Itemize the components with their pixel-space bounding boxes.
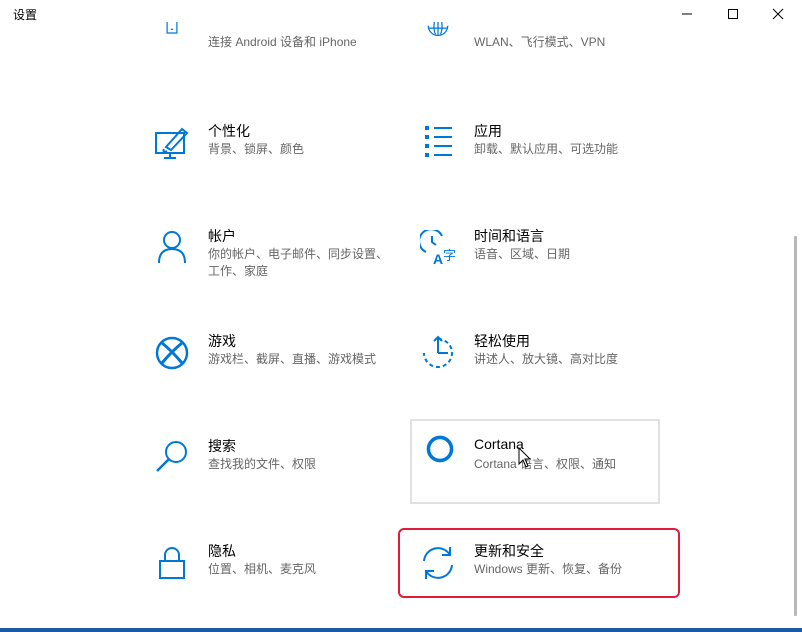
tile-title: Cortana bbox=[474, 436, 524, 452]
tile-title: 时间和语言 bbox=[474, 228, 544, 244]
tile-ease-of-access[interactable]: 轻松使用 讲述人、放大镜、高对比度 bbox=[410, 331, 660, 415]
tile-title: 游戏 bbox=[208, 333, 236, 349]
tile-description: 语音、区域、日期 bbox=[474, 247, 571, 261]
tile-title: 轻松使用 bbox=[474, 333, 530, 349]
app-list-icon bbox=[425, 126, 452, 157]
tile-title: 个性化 bbox=[208, 123, 250, 139]
tile-description: 连接 Android 设备和 iPhone bbox=[208, 35, 357, 49]
phone-icon bbox=[166, 22, 178, 34]
paint-monitor-icon bbox=[155, 127, 189, 159]
minimize-button[interactable] bbox=[664, 0, 710, 28]
highlight-box bbox=[398, 528, 680, 598]
tile-description: 卸载、默认应用、可选功能 bbox=[474, 142, 619, 156]
xbox-icon bbox=[155, 336, 189, 370]
tile-title: 应用 bbox=[474, 123, 502, 139]
minimize-icon bbox=[682, 13, 692, 15]
clock-language-icon: A 字 bbox=[420, 230, 456, 266]
tile-apps[interactable]: 应用 卸载、默认应用、可选功能 bbox=[410, 121, 660, 205]
tile-description: 讲述人、放大镜、高对比度 bbox=[474, 352, 619, 366]
maximize-icon bbox=[728, 9, 738, 19]
tile-accounts[interactable]: 帐户 你的帐户、电子邮件、同步设置、工作、家庭 bbox=[144, 226, 394, 310]
tile-privacy[interactable]: 隐私 位置、相机、麦克风 bbox=[144, 541, 394, 625]
mouse-cursor-icon bbox=[518, 447, 532, 468]
tile-description: 游戏栏、截屏、直播、游戏模式 bbox=[208, 352, 377, 366]
tile-description: 你的帐户、电子邮件、同步设置、工作、家庭 bbox=[208, 247, 389, 278]
tile-personalization[interactable]: 个性化 背景、锁屏、颜色 bbox=[144, 121, 394, 205]
cortana-circle-icon bbox=[426, 435, 454, 463]
close-button[interactable] bbox=[755, 0, 801, 28]
tile-phone[interactable]: 连接 Android 设备和 iPhone bbox=[144, 22, 394, 62]
close-icon bbox=[772, 8, 784, 20]
tile-search[interactable]: 搜索 查找我的文件、权限 bbox=[144, 436, 394, 520]
tile-gaming[interactable]: 游戏 游戏栏、截屏、直播、游戏模式 bbox=[144, 331, 394, 415]
window-bottom-border bbox=[0, 628, 802, 632]
title-bar: 设置 bbox=[0, 0, 802, 28]
tile-description: 背景、锁屏、颜色 bbox=[208, 142, 305, 156]
maximize-button[interactable] bbox=[710, 0, 756, 28]
tile-title: 帐户 bbox=[208, 228, 236, 244]
scrollbar-thumb[interactable] bbox=[794, 236, 797, 616]
person-icon bbox=[158, 231, 186, 264]
svg-text:字: 字 bbox=[443, 249, 456, 264]
tile-description: WLAN、飞行模式、VPN bbox=[474, 35, 606, 49]
window-title: 设置 bbox=[13, 8, 38, 22]
tile-cortana[interactable]: Cortana Cortana 语言、权限、通知 bbox=[410, 419, 660, 504]
tile-description: 位置、相机、麦克风 bbox=[208, 562, 317, 576]
lock-icon bbox=[159, 547, 185, 579]
vertical-scrollbar[interactable] bbox=[790, 28, 802, 626]
tile-title: 搜索 bbox=[208, 438, 236, 454]
tile-description: 查找我的文件、权限 bbox=[208, 457, 317, 471]
accessibility-timer-icon bbox=[423, 335, 453, 368]
tile-description: Cortana 语言、权限、通知 bbox=[474, 457, 617, 471]
svg-text:A: A bbox=[433, 251, 443, 266]
globe-icon bbox=[427, 22, 449, 37]
tile-title: 隐私 bbox=[208, 543, 236, 559]
magnifier-icon bbox=[156, 441, 187, 472]
tile-time-language[interactable]: A 字 时间和语言 语音、区域、日期 bbox=[410, 226, 660, 310]
tile-network[interactable]: WLAN、飞行模式、VPN bbox=[410, 22, 660, 62]
